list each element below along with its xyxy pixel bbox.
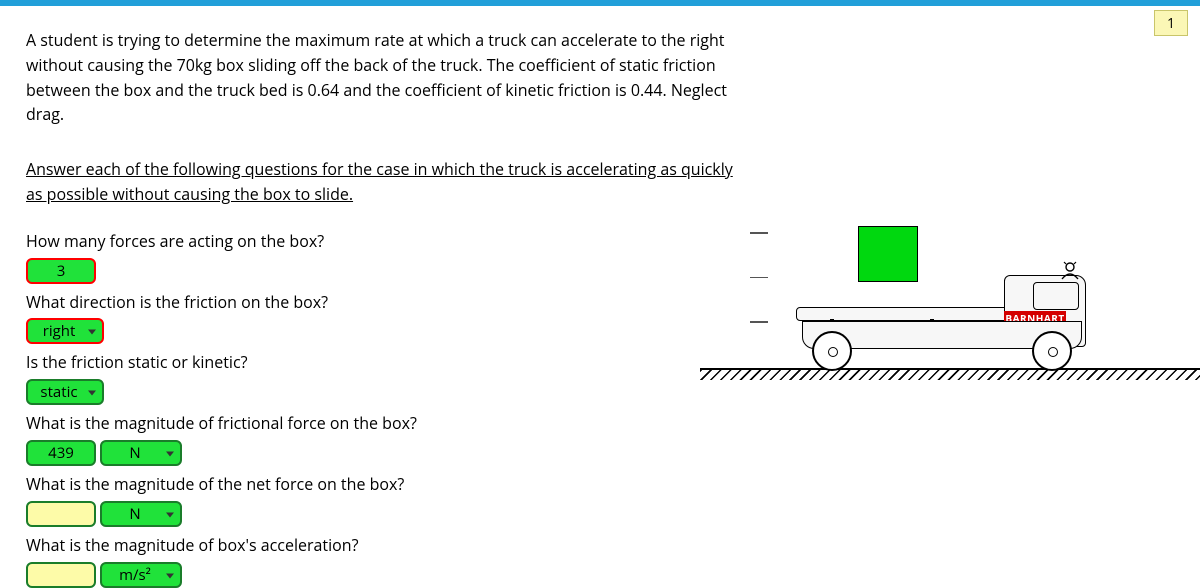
q4-label: What is the magnitude of frictional forc… — [26, 411, 746, 436]
top-progress-bar — [0, 0, 1200, 6]
q4-unit-select[interactable]: N — [100, 440, 182, 466]
q4-answer-input[interactable]: 439 — [26, 440, 96, 466]
problem-statement: A student is trying to determine the max… — [26, 28, 746, 127]
tick-mark — [750, 277, 768, 279]
q6-unit-select[interactable]: m/s² — [100, 562, 182, 588]
q5-answer-input[interactable] — [26, 501, 96, 527]
wheel-rear — [812, 331, 852, 371]
q1-value: 3 — [57, 261, 66, 281]
q5-label: What is the magnitude of the net force o… — [26, 472, 746, 497]
q6-unit: m/s² — [119, 565, 163, 585]
q2-answer-select[interactable]: right — [26, 318, 104, 344]
question-content: A student is trying to determine the max… — [26, 28, 746, 588]
q4-unit: N — [129, 443, 152, 463]
q3-value: static — [40, 382, 89, 402]
q3-answer-select[interactable]: static — [26, 379, 104, 405]
instruction-text: Answer each of the following questions f… — [26, 157, 746, 207]
page-badge: 1 — [1154, 10, 1188, 36]
q3-label: Is the friction static or kinetic? — [26, 350, 746, 375]
q6-label: What is the magnitude of box's accelerat… — [26, 533, 746, 558]
tick-mark — [750, 232, 768, 234]
q4-value: 439 — [48, 443, 74, 463]
box-on-truck — [858, 226, 918, 282]
axis-ticks — [750, 232, 768, 366]
q1-label: How many forces are acting on the box? — [26, 229, 746, 254]
truck-figure: BARNHART — [700, 220, 1200, 390]
questions-block: How many forces are acting on the box? 3… — [26, 229, 746, 588]
cab-window — [1033, 282, 1079, 310]
q5-unit-select[interactable]: N — [100, 501, 182, 527]
wheel-front — [1032, 331, 1072, 371]
q2-value: right — [43, 321, 88, 341]
q1-answer-input[interactable]: 3 — [26, 258, 96, 284]
q5-unit: N — [129, 504, 152, 524]
q6-answer-input[interactable] — [26, 562, 96, 588]
q2-label: What direction is the friction on the bo… — [26, 290, 746, 315]
truck-body: BARNHART — [796, 275, 1096, 375]
tick-mark — [750, 321, 768, 323]
driver-icon — [1056, 261, 1084, 283]
